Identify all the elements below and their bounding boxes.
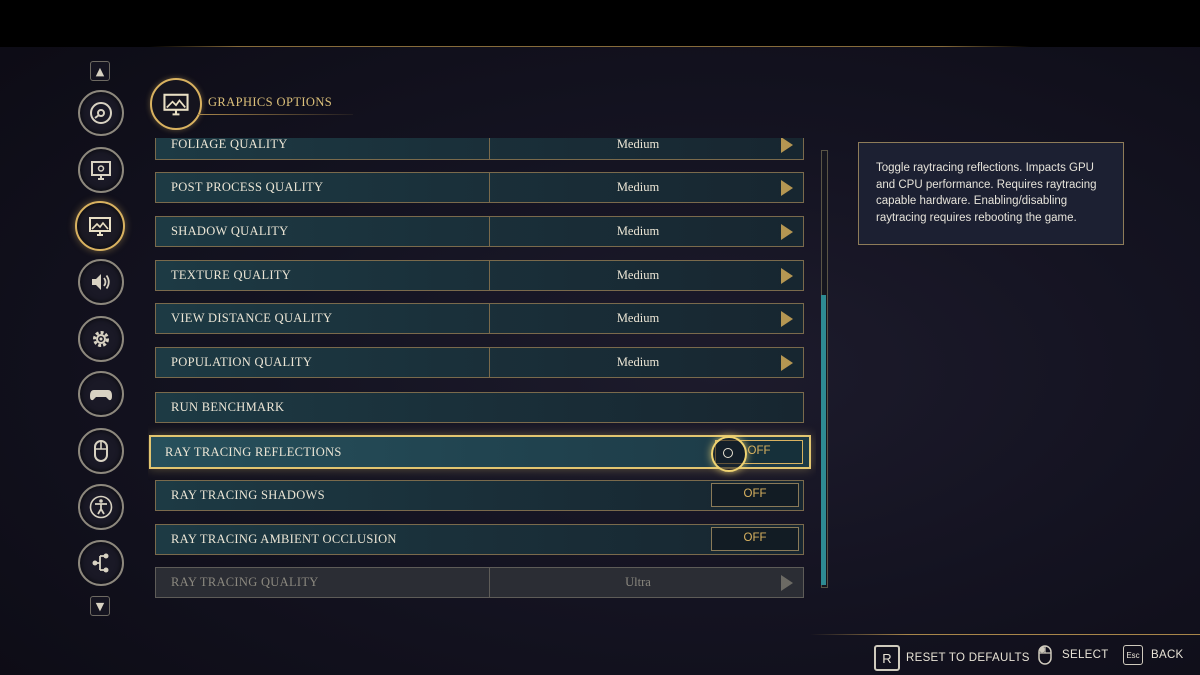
rail-item-disc[interactable]: [78, 90, 124, 136]
setting-value: Medium: [616, 180, 660, 194]
accessibility-icon: [89, 495, 113, 519]
setting-value: Medium: [616, 138, 660, 151]
rail-item-graphics[interactable]: [75, 201, 125, 251]
rail-down-glyph: ▼: [95, 599, 105, 613]
disc-icon: [90, 102, 112, 124]
rail-item-accessibility[interactable]: [78, 484, 124, 530]
setting-row-texture-quality[interactable]: TEXTURE QUALITY Medium: [155, 260, 804, 291]
setting-label: VIEW DISTANCE QUALITY: [171, 311, 333, 325]
rail-scroll-down-button[interactable]: ▼: [90, 596, 110, 616]
top-bar: [0, 0, 1200, 47]
setting-label: RAY TRACING AMBIENT OCCLUSION: [171, 532, 397, 546]
header-graphics-badge: [150, 78, 202, 130]
arrow-right-icon[interactable]: [781, 311, 793, 327]
footer-divider: [810, 634, 1200, 635]
setting-value: Medium: [616, 355, 660, 369]
setting-label: SHADOW QUALITY: [171, 224, 289, 238]
arrow-right-icon[interactable]: [781, 355, 793, 371]
rail-item-gamepad[interactable]: [78, 371, 124, 417]
rail-item-settings[interactable]: [78, 316, 124, 362]
setting-label: POST PROCESS QUALITY: [171, 180, 324, 194]
setting-row-foliage-quality[interactable]: FOLIAGE QUALITY Medium: [155, 138, 804, 160]
setting-row-ray-tracing-reflections[interactable]: RAY TRACING REFLECTIONS OFF: [149, 435, 811, 472]
arrow-right-icon[interactable]: [781, 224, 793, 240]
setting-label: RAY TRACING QUALITY: [171, 575, 319, 589]
setting-label: POPULATION QUALITY: [171, 355, 313, 369]
ray-tracing-shadows-toggle[interactable]: OFF: [711, 483, 799, 507]
setting-row-shadow-quality[interactable]: SHADOW QUALITY Medium: [155, 216, 804, 247]
setting-row-ray-tracing-quality: RAY TRACING QUALITY Ultra: [155, 567, 804, 598]
setting-label: FOLIAGE QUALITY: [171, 138, 288, 151]
graphics-icon: [89, 217, 111, 236]
setting-row-population-quality[interactable]: POPULATION QUALITY Medium: [155, 347, 804, 378]
cursor-ring-icon: [711, 436, 747, 472]
setting-label: RUN BENCHMARK: [171, 400, 285, 414]
mouse-icon: [94, 440, 108, 462]
setting-value: Medium: [616, 224, 660, 238]
page-title: GRAPHICS OPTIONS: [208, 95, 333, 109]
setting-row-run-benchmark[interactable]: RUN BENCHMARK: [155, 392, 804, 423]
select-label: SELECT: [1062, 649, 1109, 661]
setting-description-text: Toggle raytracing reflections. Impacts G…: [876, 162, 1097, 224]
arrow-right-icon[interactable]: [781, 268, 793, 284]
rail-item-audio[interactable]: [78, 259, 124, 305]
title-underline: [198, 114, 353, 115]
back-label: BACK: [1151, 649, 1184, 661]
display-icon: [91, 161, 111, 180]
rail-up-glyph: ▲: [95, 64, 105, 78]
arrow-right-icon[interactable]: [781, 180, 793, 196]
rail-item-mouse[interactable]: [78, 428, 124, 474]
setting-label: RAY TRACING SHADOWS: [171, 488, 325, 502]
rail-item-network[interactable]: [78, 540, 124, 586]
arrow-right-icon[interactable]: [781, 138, 793, 153]
reset-to-defaults-button[interactable]: R RESET TO DEFAULTS: [874, 645, 1030, 671]
settings-gear-icon: [93, 331, 109, 347]
toggle-value: OFF: [743, 488, 767, 500]
top-divider: [150, 46, 1030, 47]
setting-description-panel: Toggle raytracing reflections. Impacts G…: [858, 142, 1124, 245]
setting-row-ray-tracing-ambient-occlusion[interactable]: RAY TRACING AMBIENT OCCLUSION OFF: [155, 524, 804, 555]
reset-label: RESET TO DEFAULTS: [906, 652, 1030, 664]
rail-item-display[interactable]: [78, 147, 124, 193]
gamepad-icon: [90, 390, 112, 401]
setting-label: TEXTURE QUALITY: [171, 268, 292, 282]
settings-list: FOLIAGE QUALITY Medium POST PROCESS QUAL…: [148, 138, 816, 608]
setting-value: Ultra: [625, 575, 651, 589]
setting-label: RAY TRACING REFLECTIONS: [165, 445, 342, 459]
select-button[interactable]: SELECT: [1038, 645, 1109, 665]
mouse-icon: [1038, 645, 1052, 665]
esc-key-icon: Esc: [1123, 645, 1143, 665]
setting-value: Medium: [616, 268, 660, 282]
back-button[interactable]: Esc BACK: [1123, 645, 1184, 665]
setting-row-view-distance-quality[interactable]: VIEW DISTANCE QUALITY Medium: [155, 303, 804, 334]
graphics-icon: [163, 93, 189, 116]
toggle-value: OFF: [743, 532, 767, 544]
r-key-icon: R: [874, 645, 900, 671]
setting-row-ray-tracing-shadows[interactable]: RAY TRACING SHADOWS OFF: [155, 480, 804, 511]
network-icon: [92, 553, 109, 573]
setting-value: Medium: [616, 311, 660, 325]
setting-row-post-process-quality[interactable]: POST PROCESS QUALITY Medium: [155, 172, 804, 203]
scrollbar-thumb[interactable]: [821, 295, 826, 585]
arrow-right-icon: [781, 575, 793, 591]
ray-tracing-ambient-occlusion-toggle[interactable]: OFF: [711, 527, 799, 551]
rail-scroll-up-button[interactable]: ▲: [90, 61, 110, 81]
audio-icon: [92, 274, 110, 290]
